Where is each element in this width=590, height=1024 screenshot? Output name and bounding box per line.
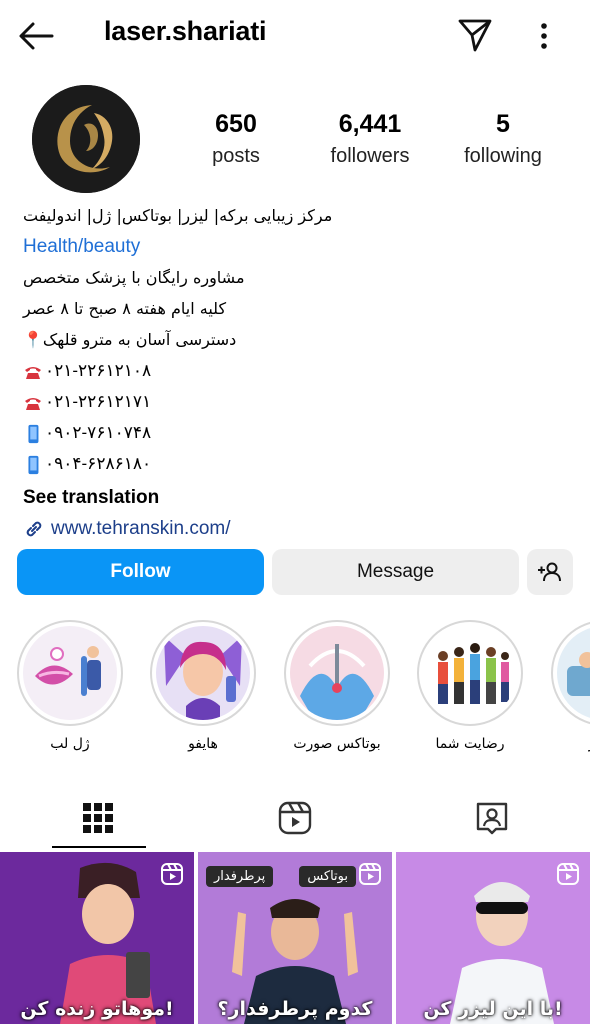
telephone-icon: [25, 366, 41, 379]
highlight-ring: [551, 620, 590, 726]
highlight-label: استار: [549, 736, 590, 752]
highlight-label: رضایت شما: [435, 736, 505, 752]
bio-phone[interactable]: ۰۲۱-۲۲۶۱۲۱۷۱: [23, 386, 573, 417]
top-bar: laser.shariati: [0, 0, 590, 70]
bio-name: مرکز زیبایی برکه| لیزر| بوتاکس| ژل| اندو…: [23, 206, 333, 225]
arrow-left-icon: [19, 22, 54, 50]
mobile-phone-icon: [28, 424, 39, 443]
post-caption: کدوم پرطرفدار؟: [217, 998, 373, 1020]
reels-icon: [557, 863, 579, 885]
reels-icon: [278, 801, 312, 835]
tab-reels[interactable]: [197, 788, 393, 848]
website-url: www.tehranskin.com/: [51, 518, 231, 539]
phone-number: ۰۲۱-۲۲۶۱۲۱۷۱: [45, 392, 152, 411]
bio-phone[interactable]: ۰۹۰۲-۷۶۱۰۷۴۸: [23, 417, 573, 448]
highlight-label: هایفو: [188, 736, 218, 752]
logo-icon: [32, 85, 140, 193]
highlight-ring: [17, 620, 123, 726]
following-stat[interactable]: 5 following: [455, 110, 551, 168]
share-button[interactable]: [456, 16, 496, 56]
post-thumbnail[interactable]: پرطرفدار بوتاکس کدوم پرطرفدار؟: [198, 852, 392, 1024]
following-count: 5: [496, 110, 510, 138]
profile-tabs: [0, 788, 590, 848]
highlight-item[interactable]: رضایت شما: [415, 620, 525, 752]
phone-number: ۰۹۰۲-۷۶۱۰۷۴۸: [45, 423, 152, 442]
back-button[interactable]: [18, 18, 62, 54]
following-label: following: [464, 145, 542, 167]
highlight-label: بوتاکس صورت: [293, 736, 381, 752]
suggest-users-button[interactable]: [527, 549, 573, 595]
highlight-cover: [23, 626, 117, 720]
website-link[interactable]: www.tehranskin.com/: [23, 513, 573, 544]
highlight-cover: [156, 626, 250, 720]
grid-icon: [83, 803, 113, 833]
see-translation-link[interactable]: See translation: [23, 482, 573, 513]
highlight-cover: [290, 626, 384, 720]
highlight-ring: [284, 620, 390, 726]
post-tag: بوتاکس: [299, 866, 356, 887]
followers-count: 6,441: [338, 110, 402, 138]
profile-avatar[interactable]: [32, 85, 140, 193]
phone-number: ۰۹۰۴-۶۲۸۶۱۸۰: [45, 454, 152, 473]
highlight-item[interactable]: بوتاکس صورت: [282, 620, 392, 752]
mobile-phone-icon: [28, 455, 39, 474]
profile-bio: مرکز زیبایی برکه| لیزر| بوتاکس| ژل| اندو…: [23, 200, 573, 544]
post-thumbnail[interactable]: !با این لیزر کن: [396, 852, 590, 1024]
tab-posts-grid[interactable]: [0, 788, 196, 848]
add-user-icon: [538, 562, 561, 582]
highlight-item[interactable]: هایفو: [148, 620, 258, 752]
story-highlights: ژل لب هایفو بوتاکس صورت رضایت شما: [0, 620, 590, 760]
link-icon: [26, 521, 42, 536]
bio-line: دسترسی آسان به مترو قلهک📍: [23, 330, 237, 349]
follow-button[interactable]: Follow: [17, 549, 264, 595]
bio-line: مشاوره رایگان با پزشک متخصص: [23, 268, 245, 287]
reels-icon: [359, 863, 381, 885]
tagged-icon: [476, 802, 508, 835]
paper-plane-icon: [458, 19, 492, 52]
highlight-item[interactable]: ژل لب: [15, 620, 125, 752]
posts-grid: !موهاتو زنده کن پرطرفدار بوتاکس کدوم پرط…: [0, 852, 590, 1024]
bio-phone[interactable]: ۰۲۱-۲۲۶۱۲۱۰۸: [23, 355, 573, 386]
post-caption: !با این لیزر کن: [423, 998, 563, 1020]
bio-line: کلیه ایام هفته ۸ صبح تا ۸ عصر: [23, 299, 227, 318]
highlight-cover: [557, 626, 590, 720]
profile-username: laser.shariati: [104, 16, 267, 46]
posts-stat[interactable]: 650 posts: [196, 110, 276, 168]
active-tab-indicator: [52, 846, 146, 848]
more-vertical-icon: [541, 23, 547, 49]
followers-stat[interactable]: 6,441 followers: [320, 110, 420, 168]
bio-phone[interactable]: ۰۹۰۴-۶۲۸۶۱۸۰: [23, 448, 573, 479]
reels-icon: [161, 863, 183, 885]
highlight-cover: [423, 626, 517, 720]
highlight-item[interactable]: استار: [549, 620, 590, 752]
post-tag: پرطرفدار: [206, 866, 274, 887]
followers-label: followers: [330, 145, 410, 167]
posts-label: posts: [212, 145, 260, 167]
post-caption: !موهاتو زنده کن: [20, 998, 174, 1020]
more-options-button[interactable]: [528, 18, 560, 54]
phone-number: ۰۲۱-۲۲۶۱۲۱۰۸: [45, 361, 152, 380]
highlight-ring: [150, 620, 256, 726]
post-thumbnail[interactable]: !موهاتو زنده کن: [0, 852, 194, 1024]
posts-count: 650: [215, 110, 257, 138]
highlight-label: ژل لب: [50, 736, 90, 752]
highlight-ring: [417, 620, 523, 726]
bio-category: Health/beauty: [23, 236, 141, 257]
message-button[interactable]: Message: [272, 549, 519, 595]
telephone-icon: [25, 397, 41, 410]
tab-tagged[interactable]: [394, 788, 590, 848]
